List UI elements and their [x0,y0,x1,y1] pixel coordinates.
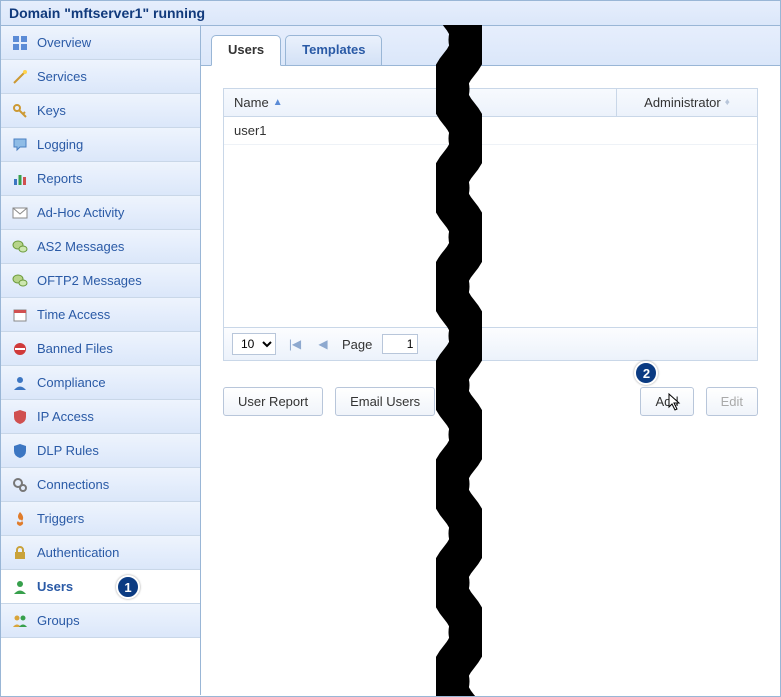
sidebar-item-label: Triggers [37,511,190,526]
app-window: Domain "mftserver1" running Overview Ser… [0,0,781,697]
sidebar-item-label: Keys [37,103,190,118]
main-panel: Users Templates Name ▲ Administrator ♦ [201,26,780,695]
email-users-button[interactable]: Email Users [335,387,435,416]
bubbles-icon [11,239,29,255]
tab-users[interactable]: Users [211,35,281,66]
sort-asc-icon: ▲ [273,97,283,108]
edit-button[interactable]: Edit [706,387,758,416]
bubbles-icon [11,273,29,289]
sidebar-item-label: OFTP2 Messages [37,273,190,288]
shield-blue-icon [11,443,29,459]
sidebar-item-label: IP Access [37,409,190,424]
content-area: Name ▲ Administrator ♦ user1 [201,66,780,416]
person-icon [11,375,29,391]
step-badge-2: 2 [634,361,658,385]
sidebar-item-adhoc[interactable]: Ad-Hoc Activity [1,196,200,230]
shield-red-icon [11,409,29,425]
sidebar-item-connections[interactable]: Connections [1,468,200,502]
user-icon [11,579,29,595]
grid-body: user1 [224,117,757,327]
table-row[interactable]: user1 [224,117,757,145]
grid-header: Name ▲ Administrator ♦ [224,89,757,117]
sidebar-item-label: Time Access [37,307,190,322]
column-header-name[interactable]: Name ▲ [224,89,617,116]
pager-first-icon[interactable]: |◀ [286,335,304,353]
tab-templates[interactable]: Templates [285,35,382,66]
sidebar-item-dlp[interactable]: DLP Rules [1,434,200,468]
sidebar-item-users[interactable]: Users 1 [1,570,200,604]
layout: Overview Services Keys Logging Reports A… [1,26,780,695]
sidebar-item-timeaccess[interactable]: Time Access [1,298,200,332]
sidebar-item-label: Ad-Hoc Activity [37,205,190,220]
sidebar-item-services[interactable]: Services [1,60,200,94]
page-size-select[interactable]: 10 [232,333,276,355]
user-report-button[interactable]: User Report [223,387,323,416]
step-badge-1: 1 [116,575,140,599]
sidebar-item-label: Overview [37,35,190,50]
pager-page-label: Page [342,337,372,352]
sidebar-item-logging[interactable]: Logging [1,128,200,162]
sidebar-item-label: Services [37,69,190,84]
sidebar-item-groups[interactable]: Groups [1,604,200,638]
column-label: Name [234,95,269,110]
users-icon [11,613,29,629]
add-button[interactable]: Add [640,387,693,416]
sidebar-item-label: DLP Rules [37,443,190,458]
sidebar-item-triggers[interactable]: Triggers [1,502,200,536]
sort-both-icon: ♦ [725,97,730,108]
barchart-icon [11,171,29,187]
sidebar-item-compliance[interactable]: Compliance [1,366,200,400]
sidebar-item-overview[interactable]: Overview [1,26,200,60]
sidebar-item-authentication[interactable]: Authentication [1,536,200,570]
wand-icon [11,69,29,85]
flame-icon [11,511,29,527]
sidebar-item-label: Authentication [37,545,190,560]
sidebar-item-reports[interactable]: Reports [1,162,200,196]
sidebar-item-ipaccess[interactable]: IP Access [1,400,200,434]
tabstrip: Users Templates [201,26,780,66]
column-header-administrator[interactable]: Administrator ♦ [617,89,757,116]
sidebar-item-label: AS2 Messages [37,239,190,254]
sidebar-item-label: Logging [37,137,190,152]
sidebar-item-as2[interactable]: AS2 Messages [1,230,200,264]
grid-icon [11,35,29,51]
chat-icon [11,137,29,153]
sidebar-item-label: Users [37,579,190,594]
sidebar-item-banned[interactable]: Banned Files [1,332,200,366]
pager-page-input[interactable] [382,334,418,354]
pager: 10 |◀ ◀ Page [224,327,757,360]
sidebar-item-label: Banned Files [37,341,190,356]
sidebar: Overview Services Keys Logging Reports A… [1,26,201,695]
lock-icon [11,545,29,561]
cell-name: user1 [224,117,617,144]
sidebar-item-label: Compliance [37,375,190,390]
sidebar-item-oftp2[interactable]: OFTP2 Messages [1,264,200,298]
sidebar-item-label: Reports [37,171,190,186]
sidebar-item-keys[interactable]: Keys [1,94,200,128]
noentry-icon [11,341,29,357]
sidebar-item-label: Groups [37,613,190,628]
calendar-icon [11,307,29,323]
cell-admin [617,117,757,144]
users-grid: Name ▲ Administrator ♦ user1 [223,88,758,361]
key-icon [11,103,29,119]
window-title: Domain "mftserver1" running [1,1,780,26]
pager-prev-icon[interactable]: ◀ [314,335,332,353]
mail-icon [11,205,29,221]
column-label: Administrator [644,95,721,110]
button-row: User Report Email Users 2 Add Edit [223,387,758,416]
sidebar-item-label: Connections [37,477,190,492]
gears-icon [11,477,29,493]
